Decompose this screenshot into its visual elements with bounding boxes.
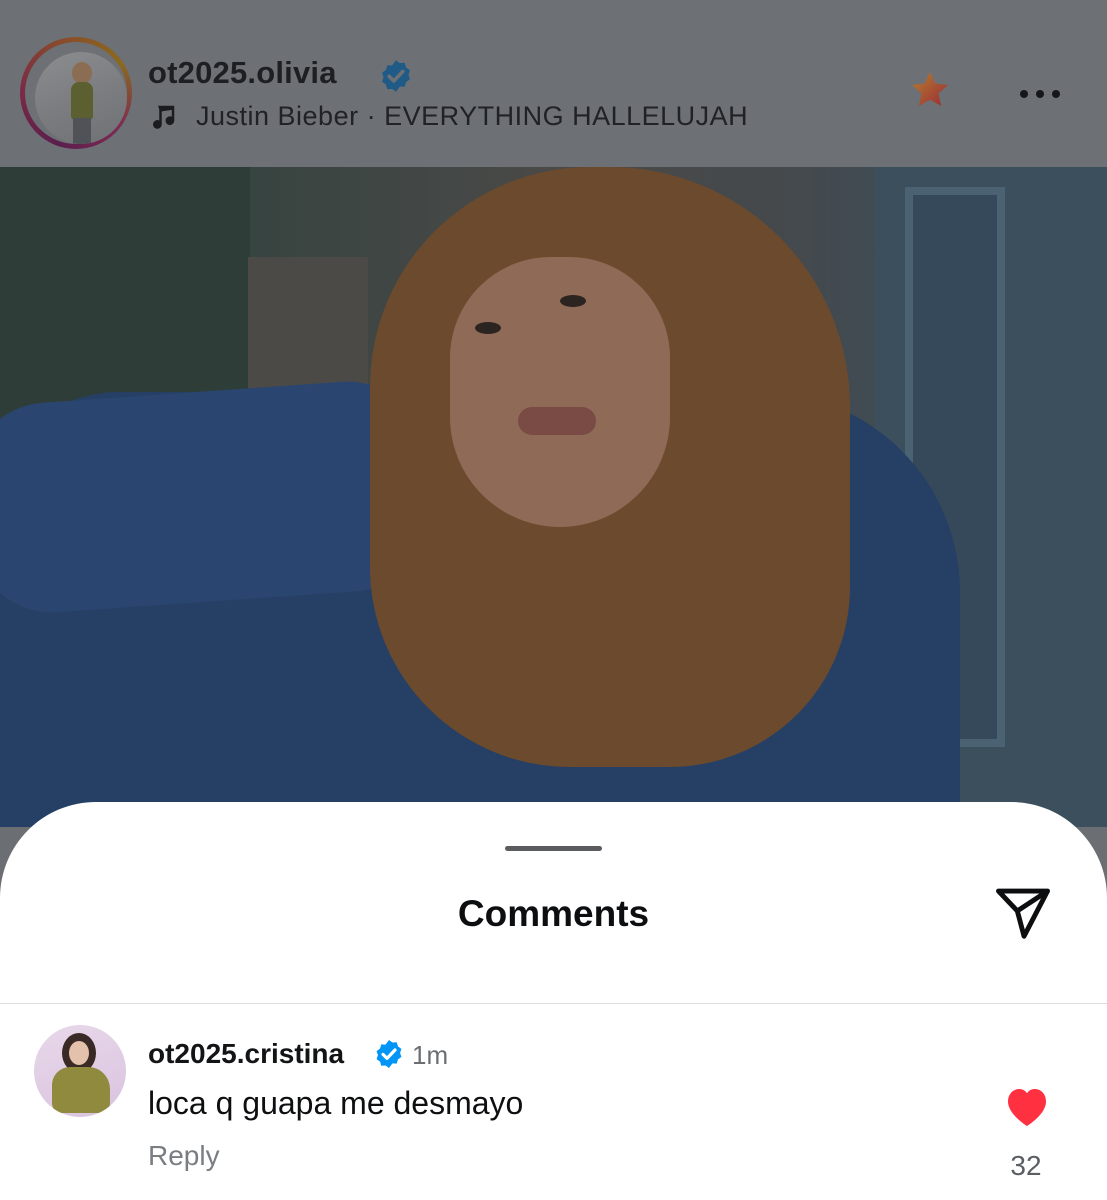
comment-timestamp: 1m xyxy=(412,1040,449,1070)
send-paper-plane-icon[interactable] xyxy=(990,882,1056,944)
sheet-grabber[interactable] xyxy=(505,846,602,851)
more-options-icon[interactable] xyxy=(1020,85,1068,98)
verified-badge-icon xyxy=(382,60,410,92)
star-icon[interactable] xyxy=(907,68,953,112)
sheet-title: Comments xyxy=(457,893,650,934)
comment-avatar[interactable] xyxy=(34,1025,126,1117)
like-count: 32 xyxy=(1010,1150,1042,1181)
post-header: ot2025.olivia Justin Bieber · EVERYTHING… xyxy=(0,0,1107,167)
comment-text: loca q guapa me desmayo xyxy=(148,1085,524,1121)
heart-icon[interactable] xyxy=(1003,1084,1051,1128)
post-username[interactable]: ot2025.olivia xyxy=(148,55,337,91)
divider xyxy=(0,1003,1107,1004)
comment-username[interactable]: ot2025.cristina xyxy=(148,1038,344,1070)
story-ring[interactable] xyxy=(20,37,132,149)
verified-badge-icon xyxy=(376,1040,402,1068)
music-note-icon xyxy=(153,105,175,129)
music-track-label[interactable]: Justin Bieber · EVERYTHING HALLELUJAH xyxy=(196,101,748,132)
reply-button[interactable]: Reply xyxy=(148,1140,220,1172)
avatar[interactable] xyxy=(35,52,127,144)
post-photo[interactable] xyxy=(0,167,1107,827)
